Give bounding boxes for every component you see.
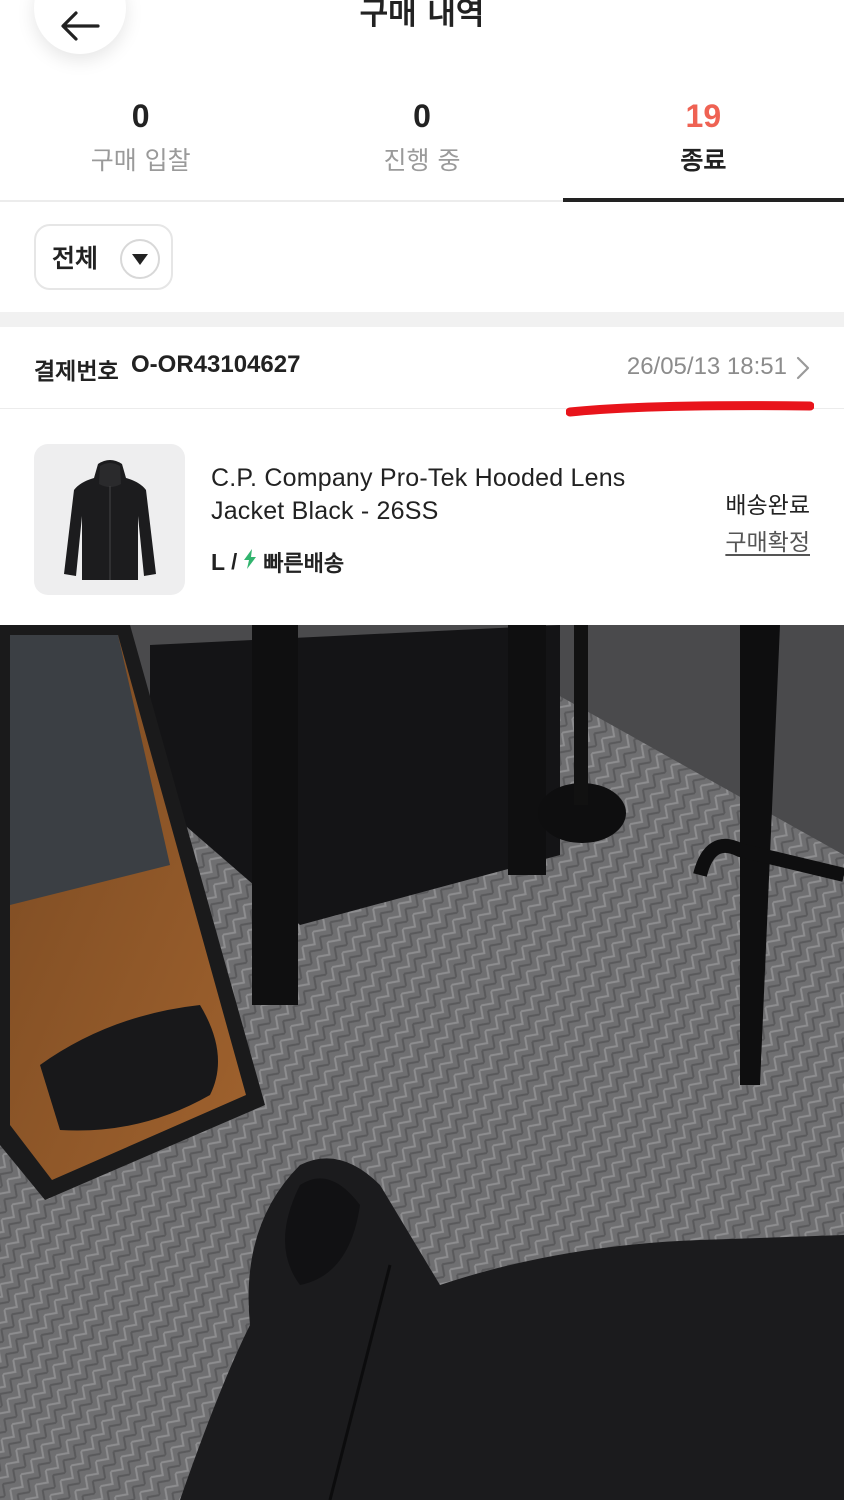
jacket-image [63, 459, 156, 580]
delivery-status: 배송완료 [725, 493, 810, 519]
product-options: L / 빠른배송 [211, 546, 344, 578]
tab-count: 19 [685, 98, 722, 134]
order-number-label: 결제번호 [34, 359, 119, 385]
page-title: 구매 내역 [359, 0, 485, 32]
product-thumbnail[interactable] [34, 444, 185, 595]
room-photo [0, 625, 844, 1500]
option-separator: / [231, 549, 238, 574]
lightning-icon [243, 549, 257, 575]
fast-shipping-label: 빠른배송 [263, 552, 345, 577]
filter-label: 전체 [52, 244, 99, 273]
confirm-purchase-link[interactable]: 구매확정 [725, 523, 810, 557]
tab-count: 0 [131, 98, 150, 134]
tab-label: 구매 입찰 [90, 146, 191, 175]
product-name: C.P. Company Pro-Tek Hooded Lens Jacket … [211, 464, 626, 525]
filter-area: 전체 [0, 202, 844, 312]
tab-bidding[interactable]: 0 구매 입찰 [0, 95, 281, 200]
product-size: L [211, 548, 226, 575]
attached-photo [0, 625, 844, 1500]
order-number: O-OR43104627 [131, 351, 301, 378]
section-divider [0, 312, 844, 327]
caret-down-icon [120, 239, 160, 279]
tab-label: 종료 [680, 146, 727, 175]
chevron-right-icon[interactable] [796, 356, 810, 384]
status-tabs: 0 구매 입찰 0 진행 중 19 종료 [0, 95, 844, 202]
tab-completed[interactable]: 19 종료 [562, 95, 844, 202]
order-datetime: 26/05/13 18:51 [626, 353, 787, 380]
header: 구매 내역 [0, 0, 844, 100]
tab-in-progress[interactable]: 0 진행 중 [281, 95, 562, 200]
tab-count: 0 [413, 98, 431, 134]
tab-label: 진행 중 [383, 146, 461, 175]
filter-dropdown[interactable]: 전체 [34, 224, 173, 290]
product-item[interactable]: C.P. Company Pro-Tek Hooded Lens Jacket … [0, 410, 844, 625]
order-header[interactable]: 결제번호 O-OR43104627 26/05/13 18:51 [0, 327, 844, 409]
